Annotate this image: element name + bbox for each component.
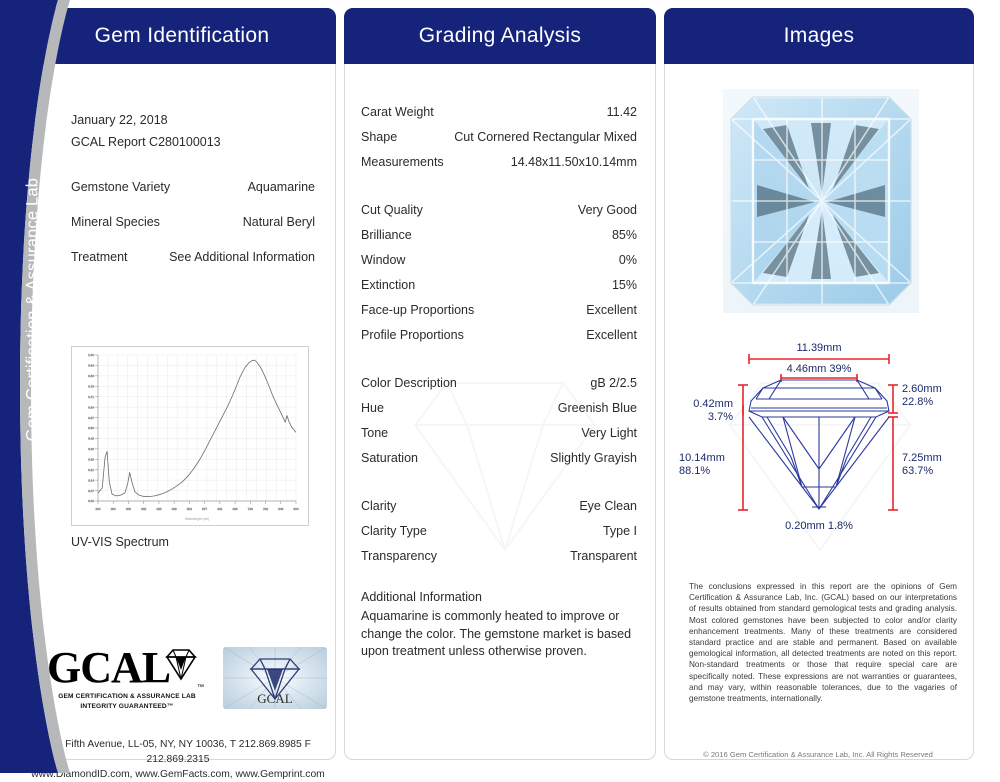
- row-profile-proportions: Profile Proportions Excellent: [361, 328, 637, 342]
- value-clarity: Eye Clean: [579, 499, 637, 513]
- label-extinction: Extinction: [361, 278, 416, 292]
- row-clarity: Clarity Eye Clean: [361, 499, 637, 513]
- row-shape: Shape Cut Cornered Rectangular Mixed: [361, 130, 637, 144]
- label-clarity: Clarity: [361, 499, 397, 513]
- row-carat-weight: Carat Weight 11.42: [361, 105, 637, 119]
- additional-information-title: Additional Information: [361, 590, 482, 604]
- label-top-width: 11.39mm: [796, 342, 841, 354]
- value-window: 0%: [618, 253, 637, 267]
- label-color-description: Color Description: [361, 376, 457, 390]
- value-treatment: See Additional Information: [169, 250, 315, 264]
- value-extinction: 15%: [611, 278, 637, 292]
- svg-text:792: 792: [263, 507, 268, 511]
- svg-text:362: 362: [141, 507, 146, 511]
- panel-grading-analysis: Grading Analysis Carat Weight 11.42 Shape C…: [344, 8, 656, 760]
- gem-profile-outline: [748, 379, 890, 510]
- label-shape: Shape: [361, 130, 398, 144]
- row-transparency: Transparency Transparent: [361, 549, 637, 563]
- row-tone: Tone Very Light: [361, 426, 637, 440]
- grading-analysis-body: Carat Weight 11.42 Shape Cut Cornered Recta…: [345, 65, 655, 759]
- svg-text:846: 846: [278, 507, 283, 511]
- label-profile-proportions: Profile Proportions: [361, 328, 464, 342]
- hologram-sticker: GCAL: [223, 647, 327, 709]
- row-cut-quality: Cut Quality Very Good: [361, 203, 637, 217]
- value-transparency: Transparent: [570, 549, 637, 563]
- label-clarity-type: Clarity Type: [361, 524, 427, 538]
- label-cut-quality: Cut Quality: [361, 203, 423, 217]
- svg-text:738: 738: [248, 507, 253, 511]
- label-girdle-pct: 3.7%: [708, 411, 733, 423]
- label-carat-weight: Carat Weight: [361, 105, 434, 119]
- label-measurements: Measurements: [361, 155, 444, 169]
- label-hue: Hue: [361, 401, 384, 415]
- svg-text:523: 523: [187, 507, 192, 511]
- value-profile-proportions: Excellent: [586, 328, 637, 342]
- value-hue: Greenish Blue: [557, 401, 637, 415]
- gemstone-photo: [723, 89, 919, 313]
- row-saturation: Saturation Slightly Grayish: [361, 451, 637, 465]
- proportions-diagram: 11.39mm 4.46mm 39% 2.60mm 22.8% 0.42mm 3…: [679, 342, 942, 532]
- images-body: 11.39mm 4.46mm 39% 2.60mm 22.8% 0.42mm 3…: [665, 65, 973, 759]
- svg-text:577: 577: [202, 507, 207, 511]
- value-gemstone-variety: Aquamarine: [247, 180, 315, 194]
- svg-text:900: 900: [293, 507, 298, 511]
- value-tone: Very Light: [581, 426, 637, 440]
- row-measurements: Measurements 14.48x11.50x10.14mm: [361, 155, 637, 169]
- label-tone: Tone: [361, 426, 389, 440]
- hologram-graphic: GCAL: [223, 647, 327, 709]
- value-carat-weight: 11.42: [606, 105, 637, 119]
- label-total-depth-pct: 88.1%: [679, 465, 710, 477]
- label-pavilion-pct: 63.7%: [902, 465, 933, 477]
- label-culet: 0.20mm 1.8%: [785, 520, 853, 532]
- label-pavilion: 7.25mm: [902, 452, 942, 464]
- copyright-notice: © 2016 Gem Certification & Assurance Lab…: [703, 750, 933, 759]
- value-clarity-type: Type I: [602, 524, 637, 538]
- label-crown-height: 2.60mm: [902, 383, 942, 395]
- svg-text:469: 469: [172, 507, 177, 511]
- value-color-description: gB 2/2.5: [590, 376, 637, 390]
- sidebar-vertical-label: Gem Certification & Assurance Lab: [23, 177, 42, 442]
- label-table: 4.46mm 39%: [787, 363, 852, 375]
- hologram-label: GCAL: [257, 691, 292, 706]
- value-shape: Cut Cornered Rectangular Mixed: [454, 130, 637, 144]
- panel-title-images: Images: [664, 8, 974, 64]
- svg-text:Wavelength (nm): Wavelength (nm): [185, 517, 209, 521]
- value-measurements: 14.48x11.50x10.14mm: [510, 155, 637, 169]
- value-mineral-species: Natural Beryl: [242, 215, 315, 229]
- value-cut-quality: Very Good: [577, 203, 637, 217]
- row-color-description: Color Description gB 2/2.5: [361, 376, 637, 390]
- row-window: Window 0%: [361, 253, 637, 267]
- label-crown-pct: 22.8%: [902, 396, 933, 408]
- label-transparency: Transparency: [361, 549, 437, 563]
- label-brilliance: Brilliance: [361, 228, 412, 242]
- sidebar-shape: [0, 0, 70, 773]
- svg-text:685: 685: [233, 507, 238, 511]
- sidebar-banner: Gem Certification & Assurance Lab: [0, 0, 120, 773]
- row-face-up-proportions: Face-up Proportions Excellent: [361, 303, 637, 317]
- additional-information-text: Aquamarine is commonly heated to improve…: [361, 609, 632, 658]
- svg-text:308: 308: [126, 507, 131, 511]
- label-total-depth: 10.14mm: [679, 452, 725, 464]
- panel-title-grading-analysis: Grading Analysis: [344, 8, 656, 64]
- value-face-up-proportions: Excellent: [586, 303, 637, 317]
- row-extinction: Extinction 15%: [361, 278, 637, 292]
- row-clarity-type: Clarity Type Type I: [361, 524, 637, 538]
- label-window: Window: [361, 253, 406, 267]
- value-saturation: Slightly Grayish: [550, 451, 637, 465]
- row-brilliance: Brilliance 85%: [361, 228, 637, 242]
- svg-text:415: 415: [156, 507, 161, 511]
- row-hue: Hue Greenish Blue: [361, 401, 637, 415]
- svg-text:631: 631: [217, 507, 222, 511]
- value-brilliance: 85%: [611, 228, 637, 242]
- diamond-mark-icon: [165, 649, 197, 681]
- panel-images: Images 11.39mm 4.46mm 39% 2.60mm 22.8% 0…: [664, 8, 974, 760]
- label-saturation: Saturation: [361, 451, 418, 465]
- trademark-mark: ™: [197, 684, 204, 691]
- report-disclaimer: The conclusions expressed in this report…: [689, 582, 957, 704]
- label-girdle: 0.42mm: [693, 398, 733, 410]
- label-face-up-proportions: Face-up Proportions: [361, 303, 475, 317]
